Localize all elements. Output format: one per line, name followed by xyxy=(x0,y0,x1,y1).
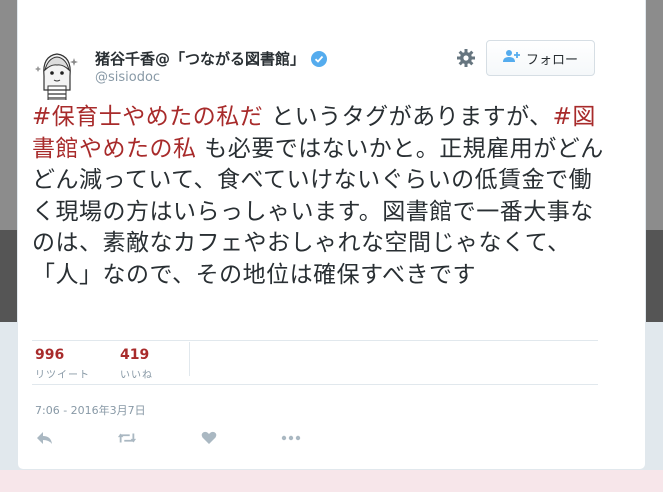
divider xyxy=(32,340,598,341)
reply-icon[interactable] xyxy=(35,428,55,448)
hashtag-link[interactable]: #保育士やめたの私だ xyxy=(32,104,263,130)
tweet-actions xyxy=(35,428,363,448)
display-name-row[interactable]: 猪谷千香@「つながる図書館」 xyxy=(95,48,328,69)
likes-count: 419 xyxy=(120,347,150,363)
retweets-stat[interactable]: 996 リツイート xyxy=(35,347,90,381)
tweet-text: #保育士やめたの私だ というタグがありますが、#図書館やめたの私 も必要ではない… xyxy=(32,102,612,291)
verified-badge-icon xyxy=(311,50,328,67)
retweets-label: リツイート xyxy=(35,370,90,381)
tweet-text-segment: というタグがありますが、 xyxy=(263,104,553,130)
avatar[interactable] xyxy=(30,46,84,100)
page-background-bottom xyxy=(0,470,663,492)
likes-stat[interactable]: 419 いいね xyxy=(120,347,153,381)
divider xyxy=(32,384,598,385)
timestamp[interactable]: 7:06 - 2016年3月7日 xyxy=(35,402,146,418)
follow-button[interactable]: フォロー xyxy=(486,40,595,76)
follow-label: フォロー xyxy=(525,52,578,68)
tweet-stats: 996 リツイート 419 いいね xyxy=(35,347,183,381)
more-icon[interactable] xyxy=(281,428,301,448)
handle[interactable]: @sisiodoc xyxy=(95,70,160,85)
add-user-icon xyxy=(502,49,521,67)
likes-label: いいね xyxy=(120,370,153,381)
retweets-count: 996 xyxy=(35,347,65,363)
illustrated-avatar-icon xyxy=(30,46,84,100)
stats-separator xyxy=(189,342,190,376)
gear-icon[interactable] xyxy=(456,48,476,68)
display-name[interactable]: 猪谷千香@「つながる図書館」 xyxy=(95,48,305,69)
like-icon[interactable] xyxy=(199,428,219,448)
retweet-icon[interactable] xyxy=(117,428,137,448)
